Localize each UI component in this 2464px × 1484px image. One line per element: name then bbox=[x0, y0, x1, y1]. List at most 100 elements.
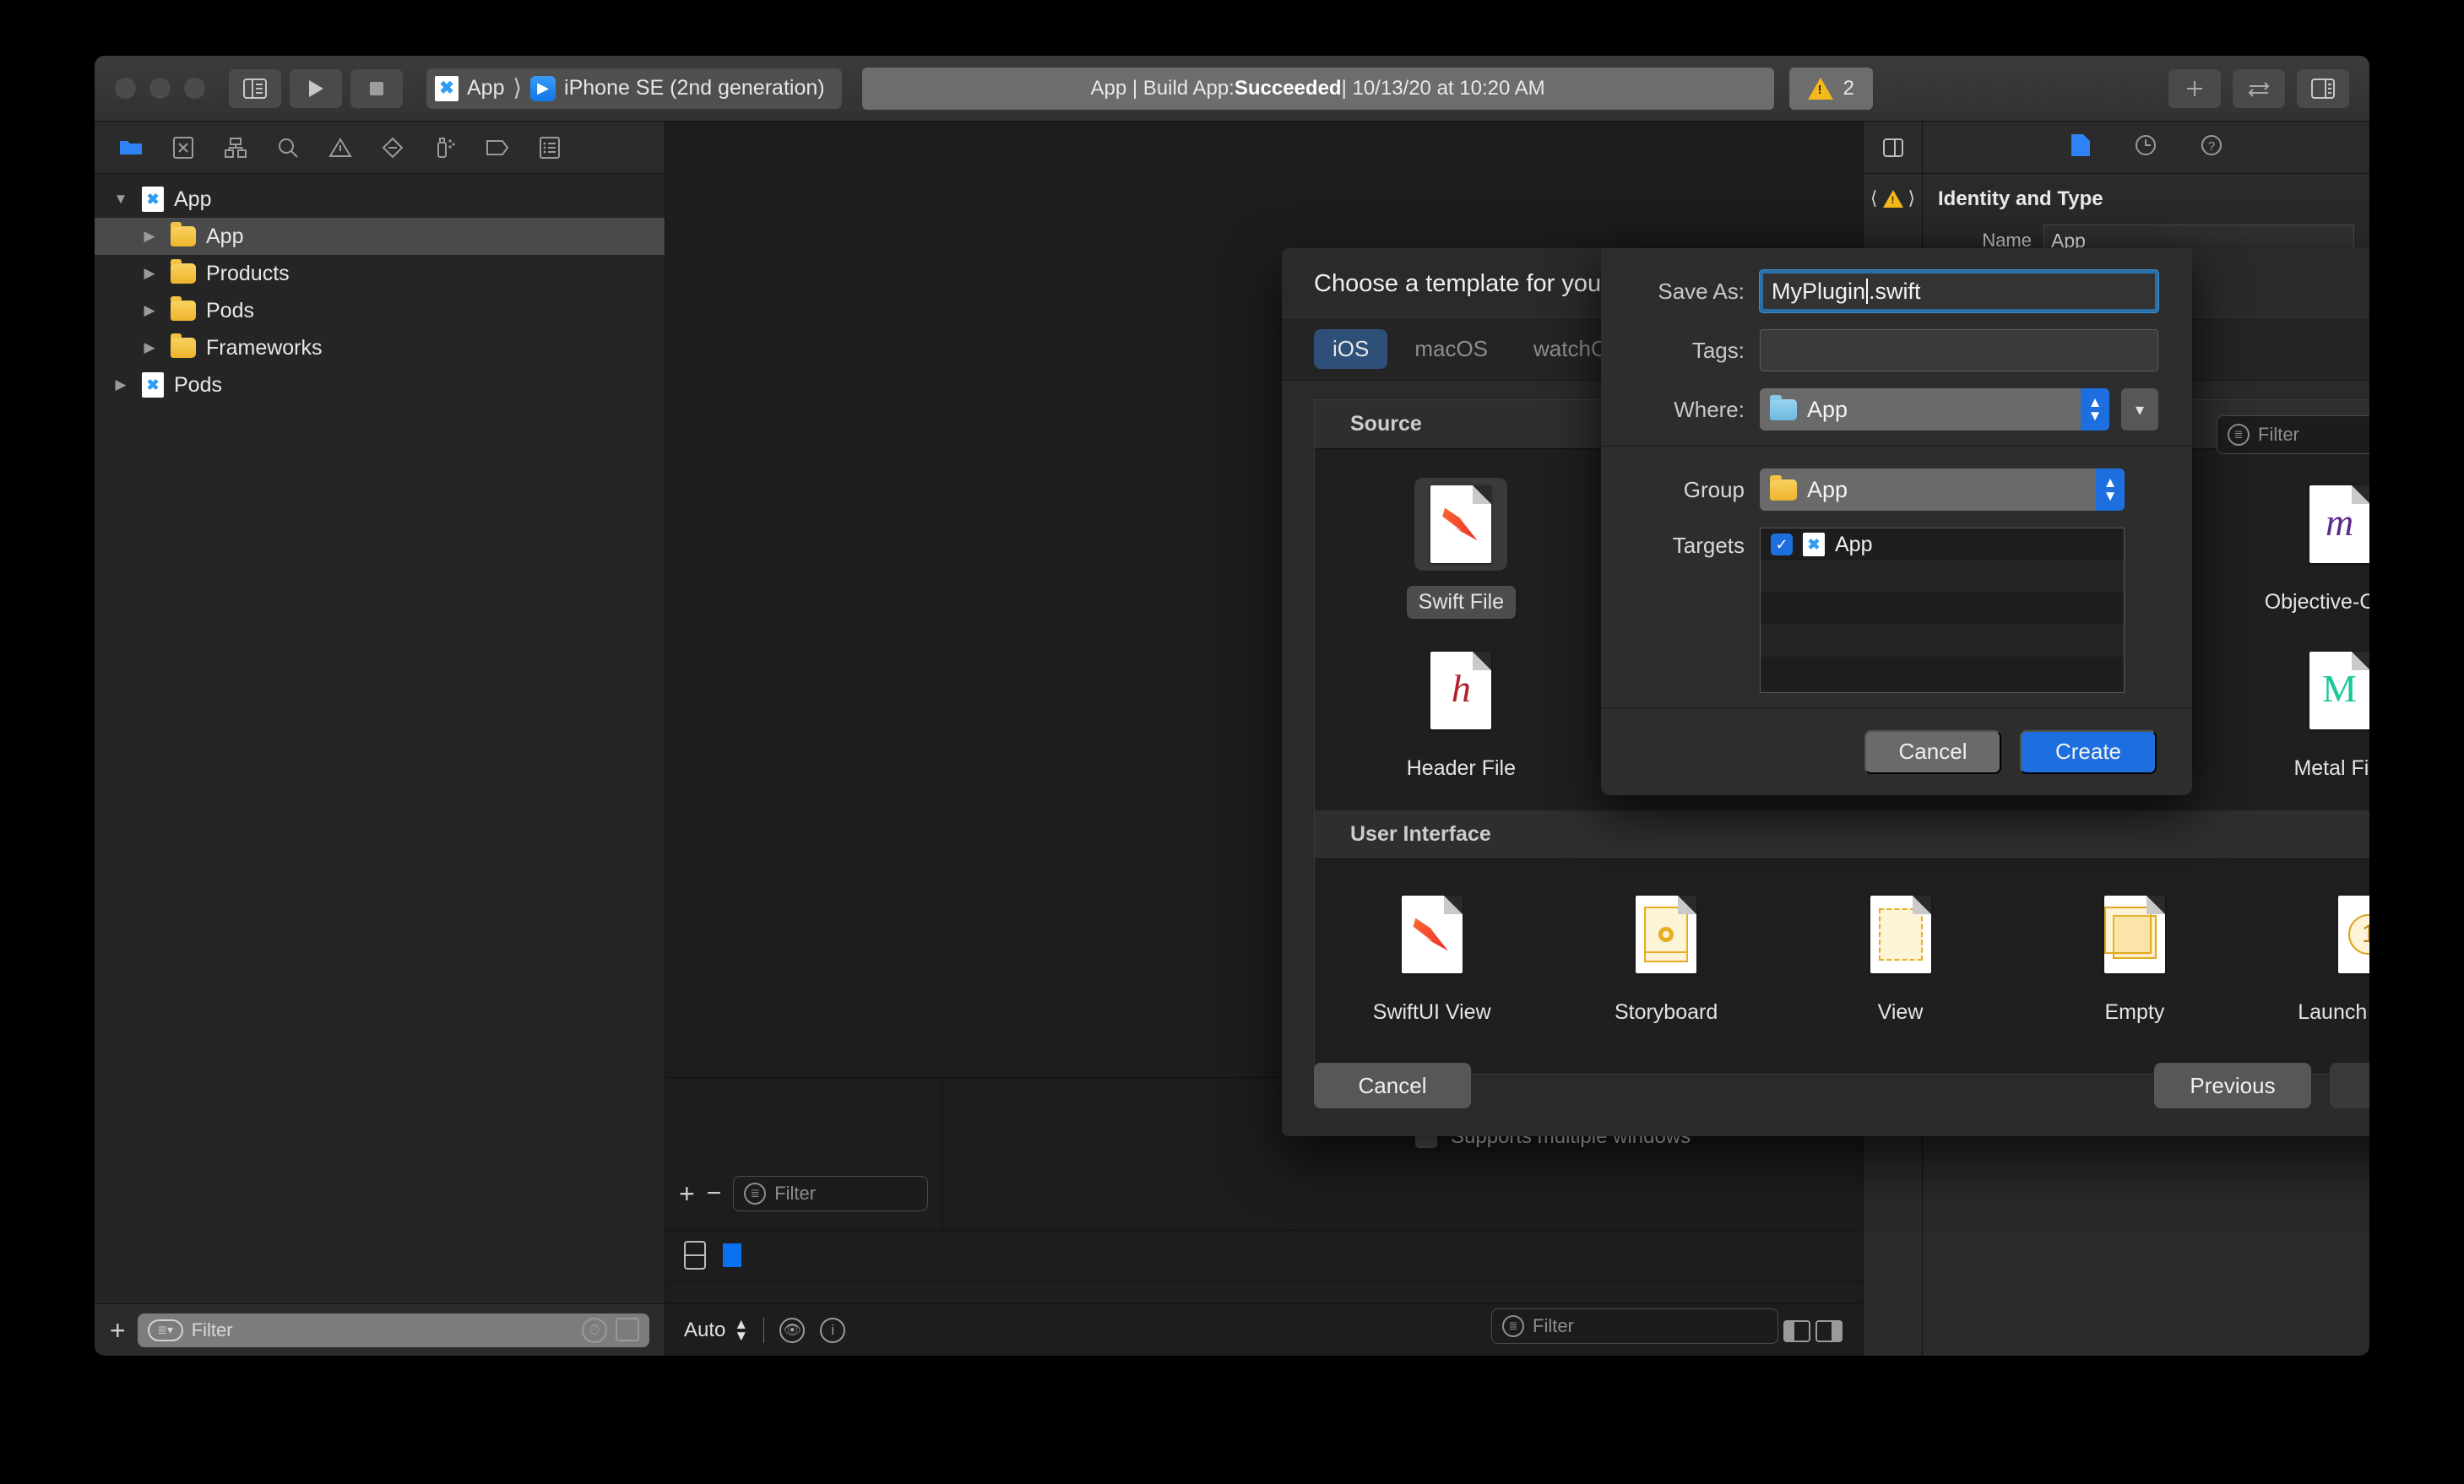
template-storyboard[interactable]: Storyboard bbox=[1549, 888, 1783, 1029]
help-inspector-icon: ? bbox=[2201, 135, 2222, 155]
source-control-icon bbox=[173, 136, 193, 159]
code-review-button[interactable] bbox=[2233, 68, 2285, 108]
template-objective-c-file[interactable]: m Objective-C File bbox=[2193, 478, 2369, 619]
view-icon bbox=[1854, 888, 1947, 981]
tab-help-inspector[interactable]: ? bbox=[2200, 133, 2223, 161]
targets-list[interactable]: ✓ ✖ App bbox=[1760, 528, 2125, 693]
previous-issue-button[interactable]: ⟨ bbox=[1870, 187, 1878, 209]
group-popup-button[interactable]: App ▲ ▼ bbox=[1760, 468, 2125, 511]
group-row: Group App ▲ ▼ bbox=[1601, 468, 2158, 511]
add-file-button[interactable]: + bbox=[110, 1317, 126, 1344]
show-right-panel-button[interactable] bbox=[1815, 1320, 1843, 1342]
storyboard-glyph bbox=[1644, 907, 1689, 962]
xcode-window: ✖ App ⟩ ▶ iPhone SE (2nd generation) App… bbox=[95, 56, 2369, 1356]
close-window-button[interactable] bbox=[115, 78, 136, 99]
target-app-icon: ✖ bbox=[1803, 533, 1825, 556]
template-view[interactable]: View bbox=[1783, 888, 2017, 1029]
tree-item-app-group[interactable]: ▶ App bbox=[95, 218, 665, 255]
tree-item-label: Pods bbox=[174, 372, 222, 397]
recent-files-icon[interactable]: ⏱ bbox=[582, 1317, 607, 1343]
sidebar-item-symbol-navigator[interactable] bbox=[209, 128, 262, 167]
run-button[interactable] bbox=[290, 68, 342, 108]
editor-filter-field[interactable]: ≣ Filter bbox=[1491, 1308, 1778, 1344]
toggle-navigator-button[interactable] bbox=[229, 68, 281, 108]
toggle-inspector-button[interactable] bbox=[2297, 68, 2349, 108]
library-add-button[interactable] bbox=[2168, 68, 2221, 108]
template-launch-screen[interactable]: 1 Launch Screen bbox=[2252, 888, 2369, 1029]
disclosure-triangle-closed-icon[interactable]: ▶ bbox=[138, 228, 160, 245]
play-icon bbox=[309, 79, 323, 97]
navigator-filter-field[interactable]: ≣▾ Filter ⏱ bbox=[137, 1313, 649, 1347]
cancel-button[interactable]: Cancel bbox=[1314, 1063, 1471, 1108]
sidebar-item-issue-navigator[interactable] bbox=[314, 128, 366, 167]
split-editor-icon[interactable] bbox=[684, 1241, 706, 1270]
sidebar-item-report-navigator[interactable] bbox=[524, 128, 576, 167]
where-popup-button[interactable]: App ▲ ▼ bbox=[1760, 388, 2109, 431]
tree-item-products-group[interactable]: ▶ Products bbox=[95, 255, 665, 292]
disclosure-triangle-closed-icon[interactable]: ▶ bbox=[110, 376, 132, 393]
stop-button[interactable] bbox=[350, 68, 403, 108]
sidebar-item-source-control-navigator[interactable] bbox=[157, 128, 209, 167]
chevron-updown-icon[interactable]: ▲ ▼ bbox=[2096, 468, 2125, 511]
disclosure-triangle-closed-icon[interactable]: ▶ bbox=[138, 339, 160, 356]
editor-options-button[interactable] bbox=[1864, 122, 1922, 174]
zoom-window-button[interactable] bbox=[184, 78, 205, 99]
auto-layout-popup[interactable]: Auto ▲ ▼ bbox=[684, 1315, 749, 1344]
template-metal-file[interactable]: M Metal File bbox=[2193, 644, 2369, 785]
sheet-cancel-button[interactable]: Cancel bbox=[1864, 729, 2001, 774]
tab-history-inspector[interactable] bbox=[2134, 133, 2157, 161]
target-row-app[interactable]: ✓ ✖ App bbox=[1761, 528, 2124, 561]
tree-item-label: App bbox=[174, 187, 212, 211]
sheet-create-button[interactable]: Create bbox=[2020, 729, 2157, 774]
blue-tag-icon[interactable] bbox=[723, 1243, 741, 1267]
tab-file-inspector[interactable] bbox=[2070, 133, 2092, 162]
target-filter-field[interactable]: ≣ Filter bbox=[733, 1176, 928, 1211]
folder-icon bbox=[1770, 474, 1797, 501]
info-icon[interactable]: i bbox=[820, 1317, 846, 1343]
template-swiftui-view[interactable]: SwiftUI View bbox=[1315, 888, 1549, 1029]
chevron-updown-icon[interactable]: ▲ ▼ bbox=[2081, 388, 2109, 431]
simulator-icon: ▶ bbox=[530, 75, 556, 101]
tree-item-app-project[interactable]: ▼ ✖ App bbox=[95, 181, 665, 218]
save-sheet-top: Save As: MyPlugin .swift Tags: Where: App… bbox=[1601, 248, 2192, 442]
previous-button[interactable]: Previous bbox=[2154, 1063, 2311, 1108]
disclosure-triangle-closed-icon[interactable]: ▶ bbox=[138, 265, 160, 282]
chevron-updown-icon: ▲▼ bbox=[734, 1315, 749, 1344]
sidebar-item-find-navigator[interactable] bbox=[262, 128, 314, 167]
template-header-file[interactable]: h Header File bbox=[1315, 644, 1608, 785]
breakpoint-tag-icon bbox=[486, 139, 509, 155]
tab-macos[interactable]: macOS bbox=[1396, 329, 1506, 369]
scheme-jump-bar[interactable]: ✖ App ⟩ ▶ iPhone SE (2nd generation) bbox=[426, 68, 842, 109]
tags-input[interactable] bbox=[1760, 329, 2158, 371]
filter-icon: ≣ bbox=[2228, 424, 2250, 446]
filter-menu-icon[interactable]: ≣▾ bbox=[147, 1319, 183, 1341]
add-target-button[interactable]: + bbox=[679, 1180, 695, 1207]
template-filter-field[interactable]: ≣ Filter bbox=[2217, 415, 2369, 454]
tab-ios[interactable]: iOS bbox=[1314, 328, 1388, 369]
remove-target-button[interactable]: − bbox=[707, 1181, 722, 1206]
disclosure-triangle-closed-icon[interactable]: ▶ bbox=[138, 302, 160, 319]
blue-folder-icon bbox=[1770, 394, 1797, 420]
target-checkbox[interactable]: ✓ bbox=[1771, 533, 1793, 555]
sidebar-item-debug-navigator[interactable] bbox=[419, 128, 471, 167]
warning-count-badge[interactable]: 2 bbox=[1788, 67, 1873, 110]
template-swift-file[interactable]: Swift File bbox=[1315, 478, 1608, 619]
warning-triangle-icon[interactable] bbox=[1882, 189, 1903, 208]
next-issue-button[interactable]: ⟩ bbox=[1908, 187, 1916, 209]
template-empty[interactable]: Empty bbox=[2017, 888, 2251, 1029]
tree-item-frameworks-group[interactable]: ▶ Frameworks bbox=[95, 329, 665, 366]
tree-item-pods-project[interactable]: ▶ ✖ Pods bbox=[95, 366, 665, 403]
activity-status-bar[interactable]: App | Build App: Succeeded | 10/13/20 at… bbox=[861, 67, 1774, 110]
save-as-input[interactable]: MyPlugin .swift bbox=[1760, 270, 2158, 312]
sidebar-item-project-navigator[interactable] bbox=[105, 128, 157, 167]
sidebar-item-test-navigator[interactable] bbox=[366, 128, 419, 167]
expand-browser-button[interactable]: ▾ bbox=[2121, 388, 2158, 431]
disclosure-triangle-open-icon[interactable]: ▼ bbox=[110, 191, 132, 208]
source-control-filter-icon[interactable] bbox=[616, 1317, 639, 1341]
preview-eye-icon[interactable]: 👁 bbox=[779, 1317, 806, 1343]
tree-item-pods-group[interactable]: ▶ Pods bbox=[95, 292, 665, 329]
show-left-panel-button[interactable] bbox=[1783, 1320, 1810, 1342]
sidebar-item-breakpoint-navigator[interactable] bbox=[471, 128, 524, 167]
minimize-window-button[interactable] bbox=[149, 78, 171, 99]
filter-icon: ≣ bbox=[744, 1183, 767, 1205]
